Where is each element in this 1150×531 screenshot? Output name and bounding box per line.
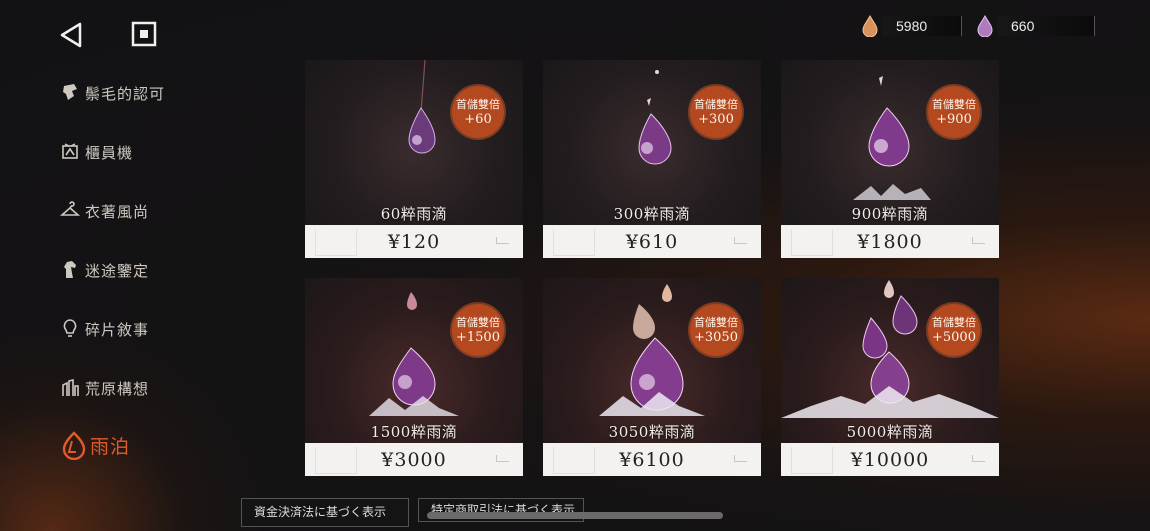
product-name: 300粹雨滴 — [613, 205, 691, 223]
product-card-3050[interactable]: 首儲雙倍 +3050 3050粹雨滴 ¥6100 — [543, 278, 761, 476]
hanger-icon — [60, 201, 80, 216]
sidebar-item-label: 鬃毛的認可 — [85, 84, 166, 103]
first-purchase-badge: 首儲雙倍 +900 — [928, 86, 980, 138]
orange-drop-icon — [862, 15, 878, 37]
crystal-drop-icon — [408, 60, 436, 154]
product-name: 5000粹雨滴 — [846, 423, 934, 441]
price-bar[interactable]: ¥10000 — [781, 443, 999, 476]
badge-title: 首儲雙倍 — [694, 98, 738, 111]
price-mark — [734, 455, 747, 462]
product-name: 1500粹雨滴 — [370, 423, 458, 441]
sidebar-item-label: 碎片敘事 — [85, 320, 150, 339]
price-decoration — [553, 229, 595, 256]
payment-services-act-button[interactable]: 資金決済法に基づく表示 — [241, 498, 409, 527]
price-mark — [972, 237, 985, 244]
price-bar[interactable]: ¥120 — [305, 225, 523, 258]
crystal-drop-icon — [853, 76, 931, 200]
crystal-drop-icon — [638, 70, 672, 165]
product-name: 3050粹雨滴 — [608, 423, 696, 441]
currency-orange[interactable]: 5980 — [862, 14, 962, 38]
sidebar-item-wasteland[interactable]: 荒原構想 — [60, 373, 149, 403]
product-card-5000[interactable]: 首儲雙倍 +5000 5000粹雨滴 ¥10000 — [781, 278, 999, 476]
crystal-drop-icon — [781, 280, 999, 418]
price-decoration — [315, 447, 357, 474]
price-mark — [496, 455, 509, 462]
first-purchase-badge: 首儲雙倍 +300 — [690, 86, 742, 138]
purple-drop-icon — [977, 15, 993, 37]
badge-title: 首儲雙倍 — [932, 316, 976, 329]
product-card-300[interactable]: 首儲雙倍 +300 300粹雨滴 ¥610 — [543, 60, 761, 258]
currency-orange-value: 5980 — [896, 18, 928, 34]
price-decoration — [553, 447, 595, 474]
badge-bonus: +1500 — [456, 330, 500, 345]
product-price: ¥10000 — [850, 449, 930, 471]
badge-title: 首儲雙倍 — [456, 98, 500, 111]
first-purchase-badge: 首儲雙倍 +5000 — [928, 304, 980, 356]
sidebar-item-mane[interactable]: 鬃毛的認可 — [60, 78, 165, 108]
price-mark — [496, 237, 509, 244]
product-card-900[interactable]: 首儲雙倍 +900 900粹雨滴 ¥1800 — [781, 60, 999, 258]
sidebar-item-label: 雨泊 — [90, 435, 131, 458]
product-name: 900粹雨滴 — [851, 205, 929, 223]
horse-head-icon — [64, 261, 76, 278]
badge-title: 首儲雙倍 — [932, 98, 976, 111]
product-price: ¥610 — [625, 231, 679, 253]
currency-purple[interactable]: 660 — [977, 14, 1095, 38]
sidebar-item-appraisal[interactable]: 迷途鑒定 — [60, 255, 149, 285]
price-bar[interactable]: ¥6100 — [543, 443, 761, 476]
price-mark — [734, 237, 747, 244]
back-button[interactable] — [58, 20, 88, 50]
sidebar-item-atm[interactable]: 櫃員機 — [60, 137, 133, 167]
price-decoration — [315, 229, 357, 256]
badge-title: 首儲雙倍 — [456, 316, 500, 329]
building-icon — [62, 378, 79, 396]
product-price: ¥3000 — [381, 449, 447, 471]
raindrop-logo-icon — [62, 431, 86, 460]
product-card-1500[interactable]: 首儲雙倍 +1500 1500粹雨滴 ¥3000 — [305, 278, 523, 476]
home-button[interactable] — [131, 21, 157, 47]
price-bar[interactable]: ¥1800 — [781, 225, 999, 258]
price-decoration — [791, 229, 833, 256]
sidebar-item-rain-shop[interactable]: 雨泊 — [60, 430, 130, 460]
currency-purple-value: 660 — [1011, 18, 1035, 34]
first-purchase-badge: 首儲雙倍 +60 — [452, 86, 504, 138]
product-price: ¥120 — [387, 231, 441, 253]
sidebar-item-label: 迷途鑒定 — [85, 261, 150, 280]
back-triangle-icon — [60, 22, 82, 48]
price-bar[interactable]: ¥610 — [543, 225, 761, 258]
sidebar-item-fragments[interactable]: 碎片敘事 — [60, 314, 149, 344]
price-bar[interactable]: ¥3000 — [305, 443, 523, 476]
square-stop-icon — [131, 21, 157, 47]
product-name: 60粹雨滴 — [380, 205, 448, 223]
lightbulb-icon — [63, 319, 77, 337]
sidebar-item-fashion[interactable]: 衣著風尚 — [60, 196, 149, 226]
crystal-drop-icon — [599, 284, 705, 416]
sidebar-item-label: 荒原構想 — [85, 379, 150, 398]
product-price: ¥1800 — [857, 231, 923, 253]
badge-bonus: +5000 — [932, 330, 976, 345]
atm-icon — [62, 143, 78, 159]
first-purchase-badge: 首儲雙倍 +1500 — [452, 304, 504, 356]
price-decoration — [791, 447, 833, 474]
badge-bonus: +60 — [464, 112, 492, 127]
sidebar-item-label: 衣著風尚 — [85, 202, 150, 221]
product-price: ¥6100 — [619, 449, 685, 471]
horizontal-scrollbar[interactable] — [427, 512, 723, 519]
first-purchase-badge: 首儲雙倍 +3050 — [690, 304, 742, 356]
badge-title: 首儲雙倍 — [694, 316, 738, 329]
badge-bonus: +3050 — [694, 330, 738, 345]
price-mark — [972, 455, 985, 462]
badge-bonus: +900 — [936, 112, 972, 127]
horse-mane-icon — [63, 84, 77, 100]
product-card-60[interactable]: 首儲雙倍 +60 60粹雨滴 ¥120 — [305, 60, 523, 258]
crystal-drop-icon — [369, 292, 459, 416]
sidebar-item-label: 櫃員機 — [85, 143, 134, 162]
badge-bonus: +300 — [698, 112, 734, 127]
